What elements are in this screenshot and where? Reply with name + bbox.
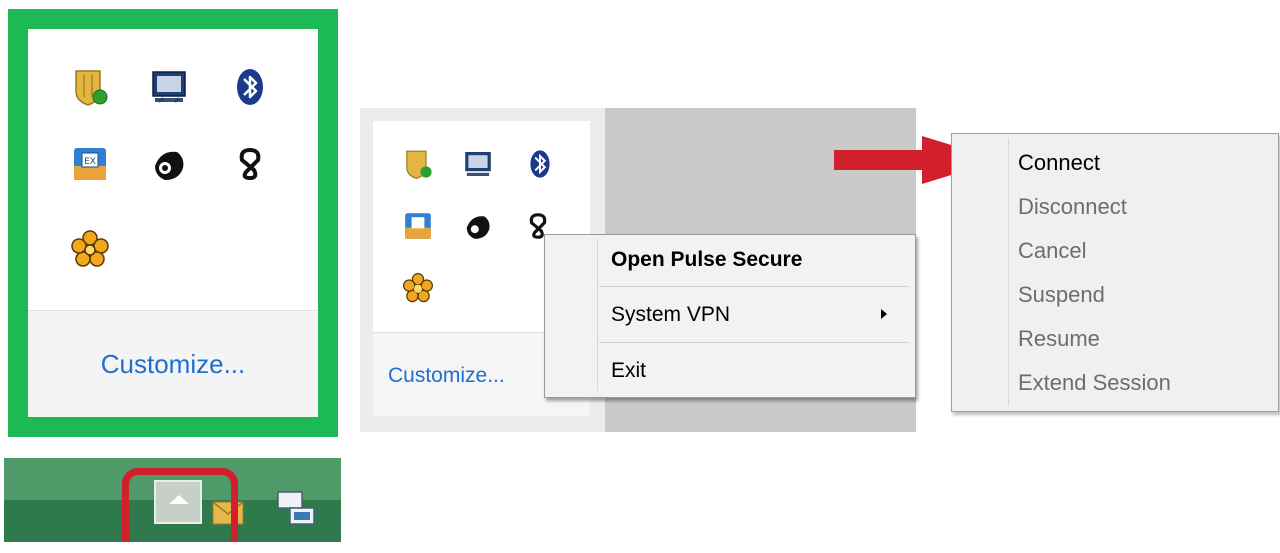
menu-item-open-pulse-secure[interactable]: Open Pulse Secure xyxy=(611,248,802,272)
tray-overflow-panel: EX Customize... xyxy=(8,9,338,437)
highlight-box xyxy=(122,468,238,542)
pulse-secure-icon[interactable] xyxy=(230,144,270,184)
menu-item-disconnect: Disconnect xyxy=(1018,194,1127,219)
display-icon[interactable] xyxy=(149,67,189,107)
bluetooth-icon[interactable] xyxy=(524,148,556,180)
flower-icon[interactable] xyxy=(70,229,110,269)
menu-gutter xyxy=(1008,138,1009,406)
menu-item-exit[interactable]: Exit xyxy=(611,359,646,383)
bluetooth-icon[interactable] xyxy=(230,67,270,107)
menu-divider xyxy=(599,342,909,343)
menu-item-extend-session: Extend Session xyxy=(1018,370,1171,395)
tray-context-menu: Open Pulse Secure System VPN Exit xyxy=(544,234,916,398)
menu-item-connect[interactable]: Connect xyxy=(1018,150,1100,176)
flower-icon[interactable] xyxy=(402,272,434,304)
menu-divider xyxy=(599,286,909,287)
display-icon[interactable] xyxy=(462,148,494,180)
shield-status-icon[interactable] xyxy=(70,67,110,107)
menu-item-resume: Resume xyxy=(1018,326,1100,351)
customize-link[interactable]: Customize... xyxy=(28,349,318,380)
submenu-arrow-icon xyxy=(881,309,887,319)
system-vpn-submenu: Connect Disconnect Cancel Suspend Resume… xyxy=(951,133,1279,412)
tray-overflow-content: EX Customize... xyxy=(28,29,318,417)
menu-item-cancel: Cancel xyxy=(1018,238,1087,263)
ime-icon[interactable] xyxy=(402,210,434,242)
ime-icon[interactable]: EX xyxy=(70,144,110,184)
ninja-icon[interactable] xyxy=(462,210,494,242)
customize-link-small[interactable]: Customize... xyxy=(388,364,505,388)
shield-status-icon[interactable] xyxy=(402,148,434,180)
menu-gutter xyxy=(597,239,598,391)
menu-item-system-vpn[interactable]: System VPN xyxy=(611,303,730,327)
menu-item-suspend: Suspend xyxy=(1018,282,1105,307)
network-icon[interactable] xyxy=(274,488,320,534)
taskbar xyxy=(4,458,341,542)
svg-text:EX: EX xyxy=(84,157,96,167)
ninja-icon[interactable] xyxy=(149,144,189,184)
